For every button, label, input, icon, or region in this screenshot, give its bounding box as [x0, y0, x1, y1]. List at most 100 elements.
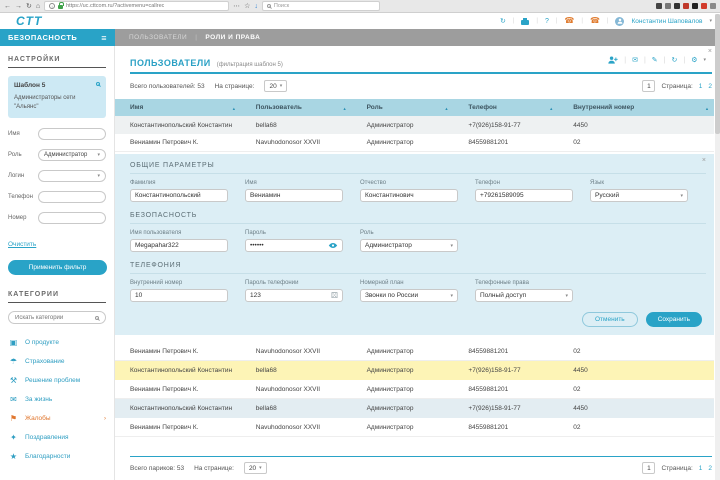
close-icon[interactable]: ×	[708, 48, 712, 55]
category-insurance[interactable]: ☂ Страхование	[8, 352, 106, 371]
extension-field[interactable]	[135, 292, 223, 299]
clear-filter-link[interactable]: Очистить	[8, 241, 36, 248]
apply-filter-button[interactable]: Применить фильтр	[8, 260, 107, 275]
categories-search-input[interactable]	[15, 314, 95, 321]
col-user[interactable]: Пользователь ▲▼	[241, 104, 352, 111]
edit-icon[interactable]: ✎	[652, 56, 658, 64]
table-row[interactable]: Константинопольский Константин bella68 А…	[115, 399, 714, 418]
refresh-icon[interactable]: ↻	[672, 56, 678, 64]
sort-icon[interactable]: ▲▼	[232, 107, 236, 111]
filter-login-select[interactable]: ▾	[38, 170, 106, 182]
username-field[interactable]	[135, 242, 223, 249]
tel-password-field[interactable]	[250, 292, 312, 299]
current-page-box[interactable]: 1	[642, 462, 656, 474]
forward-icon[interactable]: →	[15, 3, 22, 10]
sort-icon[interactable]: ▲▼	[343, 107, 347, 111]
category-product[interactable]: ▣ О продукте	[8, 333, 106, 352]
sort-icon[interactable]: ▲▼	[549, 107, 553, 111]
template-card[interactable]: Шаблон 5 Администраторы сети "Альянс"	[8, 76, 106, 118]
missed-calls-icon[interactable]: ☎	[564, 17, 574, 25]
extension-icon[interactable]	[665, 3, 671, 9]
module-security[interactable]: БЕЗОПАСНОСТЬ ≡	[0, 29, 115, 46]
bookmark-star-icon[interactable]: ☆	[244, 3, 250, 10]
close-icon[interactable]: ×	[702, 157, 706, 164]
help-icon[interactable]: ?	[545, 18, 549, 25]
table-row[interactable]: Вениамин Петрович К. Navuhodonosor XXVII…	[115, 134, 714, 152]
download-icon[interactable]: ↓	[254, 3, 258, 10]
extension-icon[interactable]	[701, 3, 707, 9]
category-congrats[interactable]: ✦ Поздравления	[8, 428, 106, 447]
category-complaints[interactable]: ⚑ Жалобы ›	[8, 409, 106, 428]
role-select[interactable]: Администратор ▾	[360, 239, 458, 252]
category-problems[interactable]: ⚒ Решение проблем	[8, 371, 106, 390]
avatar[interactable]	[615, 16, 625, 26]
page-1-link[interactable]: 1	[699, 465, 703, 472]
extension-icon[interactable]	[656, 3, 662, 9]
shield-icon: ☂	[9, 357, 18, 366]
tab-roles[interactable]: РОЛИ И ПРАВА	[205, 34, 260, 41]
current-page-box[interactable]: 1	[642, 80, 656, 92]
per-page-select[interactable]: 20 ▾	[264, 80, 288, 92]
reload-icon[interactable]: ↻	[26, 3, 32, 10]
table-row[interactable]: Константинопольский Константин bella68 А…	[115, 116, 714, 134]
col-phone[interactable]: Телефон ▲▼	[453, 104, 558, 111]
phone-rights-select[interactable]: Полный доступ ▾	[475, 289, 573, 302]
sync-icon[interactable]: ↻	[500, 17, 506, 25]
cancel-button[interactable]: Отменить	[581, 312, 638, 327]
category-life[interactable]: ✉ За жизнь	[8, 390, 106, 409]
extension-icon[interactable]	[683, 3, 689, 9]
firstname-field[interactable]	[250, 192, 338, 199]
col-extension[interactable]: Внутренний номер ▲▼	[558, 104, 714, 111]
page-1-link[interactable]: 1	[699, 83, 703, 90]
mail-icon[interactable]: ✉	[632, 56, 638, 64]
lock-icon	[58, 2, 65, 9]
home-icon[interactable]: ⌂	[36, 3, 40, 10]
site-info-icon[interactable]: i	[49, 3, 56, 9]
sort-icon[interactable]: ▲▼	[444, 107, 448, 111]
back-icon[interactable]: ←	[4, 3, 11, 10]
lastname-field[interactable]	[135, 192, 223, 199]
col-name[interactable]: Имя ▲▼	[115, 104, 241, 111]
browser-search-input[interactable]: Поиск	[261, 1, 380, 11]
table-row[interactable]: Вениамин Петрович К. Navuhodonosor XXVII…	[115, 418, 714, 437]
save-button[interactable]: Сохранить	[645, 312, 702, 327]
filter-name-input[interactable]	[44, 131, 100, 137]
url-bar[interactable]: i https://uc.cttcom.ru/?activemenu=callr…	[44, 1, 230, 11]
gear-icon[interactable]: ⚙	[691, 56, 697, 64]
table-row[interactable]: Вениамин Петрович К. Navuhodonosor XXVII…	[115, 342, 714, 361]
generate-password-icon[interactable]: ⚄	[331, 291, 338, 300]
scrollbar[interactable]	[715, 14, 720, 480]
dial-plan-select[interactable]: Звонки по России ▾	[360, 289, 458, 302]
calls-icon[interactable]: ☎	[590, 17, 600, 25]
add-user-icon[interactable]	[608, 56, 618, 64]
filter-number-input[interactable]	[44, 215, 100, 221]
middlename-field[interactable]	[365, 192, 453, 199]
phone-field[interactable]	[480, 192, 568, 199]
menu-icon[interactable]: ≡	[101, 33, 107, 43]
page-2-link[interactable]: 2	[708, 465, 712, 472]
extension-icon[interactable]	[674, 3, 680, 9]
sort-icon[interactable]: ▲▼	[705, 107, 709, 111]
overflow-icon[interactable]: ⋯	[233, 3, 240, 10]
language-select[interactable]: Русский ▾	[590, 189, 688, 202]
table-row-highlighted[interactable]: Константинопольский Константин bella68 А…	[115, 361, 714, 380]
col-role[interactable]: Роль ▲▼	[352, 104, 454, 111]
template-search-icon[interactable]	[96, 82, 100, 86]
filter-phone-input[interactable]	[44, 194, 100, 200]
filter-name-label: Имя	[8, 131, 20, 137]
footer-per-page-select[interactable]: 20 ▾	[243, 462, 267, 474]
eye-icon[interactable]	[328, 242, 338, 249]
category-thanks[interactable]: ★ Благодарности	[8, 447, 106, 466]
filter-role-select[interactable]: Администратор ▾	[38, 149, 106, 161]
tab-users[interactable]: ПОЛЬЗОВАТЕЛИ	[129, 34, 187, 41]
page-2-link[interactable]: 2	[708, 83, 712, 90]
extension-icon[interactable]	[692, 3, 698, 9]
password-label: Пароль	[245, 230, 266, 236]
categories-search[interactable]	[8, 311, 106, 324]
scrollbar-thumb[interactable]	[715, 14, 720, 134]
user-menu[interactable]: Константин Шаповалов	[631, 18, 702, 25]
table-row[interactable]: Вениамин Петрович К. Navuhodonosor XXVII…	[115, 380, 714, 399]
print-icon[interactable]	[521, 17, 530, 25]
extension-icon[interactable]	[710, 3, 716, 9]
password-field[interactable]	[250, 242, 312, 249]
